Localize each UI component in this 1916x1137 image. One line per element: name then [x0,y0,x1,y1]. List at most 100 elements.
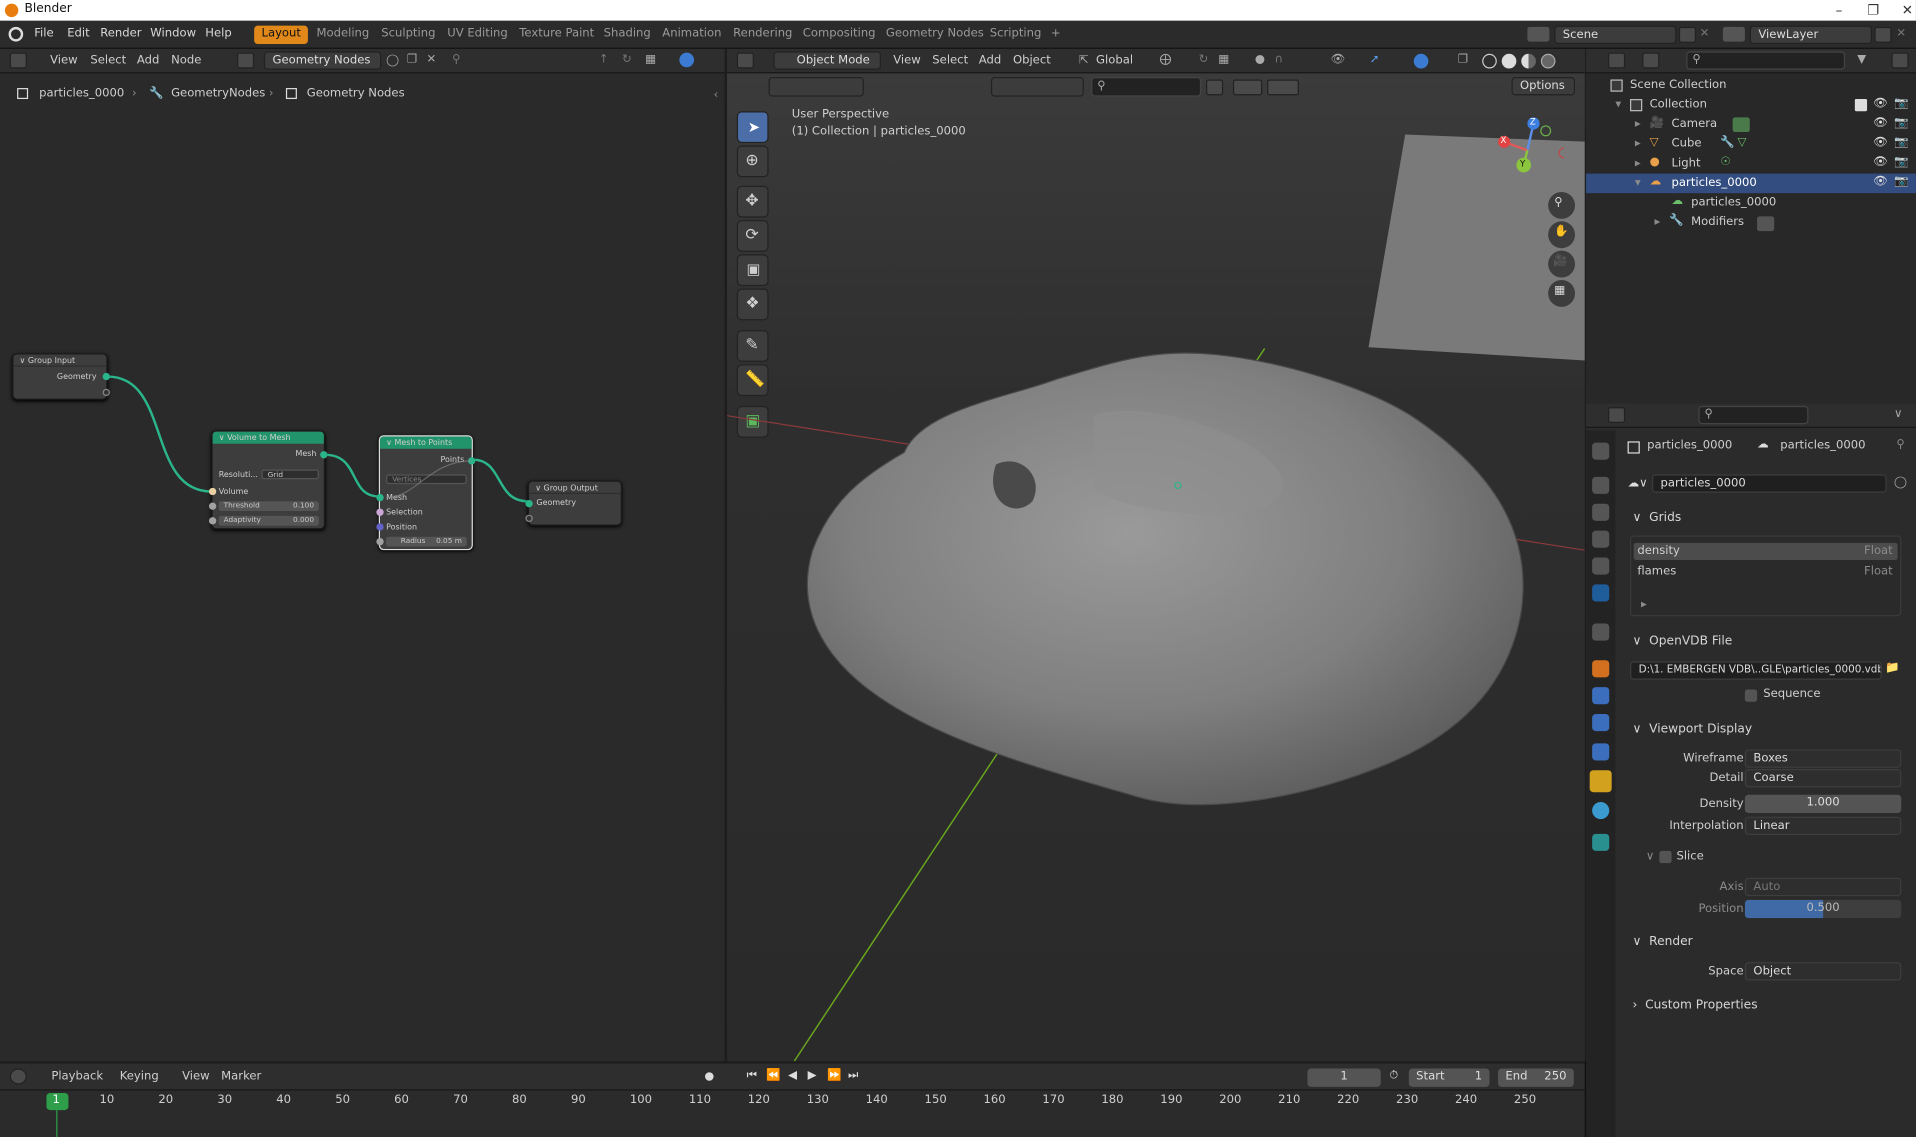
mesh-output-socket[interactable] [320,451,328,459]
tab-compositing[interactable]: Compositing [795,26,882,44]
texture-tab-icon[interactable] [1592,833,1610,851]
render-camera-icon[interactable]: 📷 [1894,136,1908,149]
volume-input-socket[interactable] [208,487,217,496]
position-slider[interactable]: 0.500 [1744,899,1902,919]
render-camera-icon[interactable]: 📷 [1894,97,1908,110]
camera-view-icon[interactable]: 🎥 [1548,250,1576,278]
mesh-to-points-node[interactable]: ∨ Mesh to Points Points Vertices Mesh Se… [376,435,476,551]
remove-scene-icon[interactable]: ✕ [1700,27,1710,40]
material-tab-icon[interactable] [1592,802,1610,820]
blender-menu-icon[interactable] [8,26,24,42]
grids-list[interactable]: density Float flames Float ▸ [1630,535,1902,617]
pan-hand-icon[interactable]: ✋ [1548,221,1576,249]
navigation-gizmo[interactable]: Z X Y [1491,114,1570,187]
eye-icon[interactable]: 👁 [1873,97,1888,110]
folder-icon[interactable]: 📁 [1885,661,1899,674]
empty-output-socket[interactable] [102,388,110,397]
group-input-node[interactable]: ∨ Group Input Geometry [12,353,110,400]
tab-uv-editing[interactable]: UV Editing [440,26,515,44]
node-editor[interactable]: View Select Add Node Geometry Nodes ◯ ❐ … [0,48,725,1062]
object-tab-icon[interactable] [1592,660,1610,678]
new-collection-icon[interactable] [1891,52,1909,69]
menu-file[interactable]: File [34,27,53,40]
close-button[interactable]: ✕ [1889,0,1916,21]
properties-search-input[interactable]: ⚲ [1698,405,1809,425]
scene-tab-icon[interactable] [1592,557,1610,575]
outliner-item-light[interactable]: ▸ ● Light ☉ 👁 📷 [1586,154,1916,174]
3d-viewport[interactable]: Object Mode View Select Add Object ⇱ Glo… [727,48,1585,1062]
browse-datablock-icon[interactable]: ☁∨ [1628,477,1648,490]
eye-icon[interactable]: 👁 [1873,116,1888,129]
grids-panel-header[interactable]: ∨ Grids [1632,511,1681,524]
outliner-item-scene-collection[interactable]: Scene Collection [1586,76,1916,96]
outliner-item-collection[interactable]: ▾ Collection 👁 📷 [1586,95,1916,115]
zoom-icon[interactable]: ⚲ [1548,191,1576,219]
sequence-checkbox[interactable] [1744,689,1758,702]
interpolation-dropdown[interactable]: Linear [1744,816,1902,836]
tab-texture-paint[interactable]: Texture Paint [512,26,602,44]
tab-geometry-nodes[interactable]: Geometry Nodes [879,26,992,44]
modifier-tab-icon[interactable] [1592,687,1610,705]
adaptivity-field[interactable]: Adaptivity 0.000 [218,515,319,526]
expand-arrow-icon[interactable]: ▾ [1615,98,1621,111]
grid-row-density[interactable]: density Float [1633,542,1898,560]
openvdb-panel-header[interactable]: ∨ OpenVDB File [1632,635,1732,648]
volume-to-mesh-node[interactable]: ∨ Volume to Mesh Mesh Resoluti... Grid V… [208,430,328,530]
empty-input-socket[interactable] [525,514,533,523]
axis-dropdown[interactable]: Auto [1744,877,1902,897]
menu-window[interactable]: Window [150,27,196,40]
datablock-name-field[interactable]: particles_0000 [1652,474,1887,493]
constraints-tab-icon[interactable] [1592,743,1610,761]
outliner[interactable]: ⚲ ▼ Scene Collection ▾ Collection 👁 📷 ▸ … [1586,48,1916,404]
outliner-item-modifiers[interactable]: ▸ 🔧 Modifiers [1586,213,1916,233]
physics-tab-icon[interactable] [1592,713,1610,732]
new-scene-icon[interactable] [1678,26,1696,43]
timeline-ruler[interactable]: 1 10 20 30 40 50 60 70 80 90 100 110 120 130 140 150 160… [0,1064,1585,1137]
menu-help[interactable]: Help [205,27,231,40]
tab-sculpting[interactable]: Sculpting [374,26,443,44]
expand-arrow-icon[interactable]: ▸ [1654,215,1660,228]
world-tab-icon[interactable] [1592,584,1610,602]
add-workspace-button[interactable]: + [1044,26,1068,44]
adaptivity-input-socket[interactable] [208,517,217,525]
orthographic-grid-icon[interactable]: ▦ [1548,279,1576,307]
custom-properties-panel-header[interactable]: › Custom Properties [1632,999,1757,1012]
group-output-node[interactable]: ∨ Group Output Geometry [525,480,622,526]
expand-arrow-icon[interactable]: ▸ [1635,156,1641,169]
scene-icon[interactable] [1527,26,1550,42]
resolution-dropdown[interactable]: Grid [261,469,319,480]
exclude-checkbox-icon[interactable] [1854,99,1868,112]
expand-arrow-icon[interactable]: ▸ [1635,137,1641,150]
threshold-field[interactable]: Threshold 0.100 [218,501,319,512]
render-camera-icon[interactable]: 📷 [1894,155,1908,168]
tab-animation[interactable]: Animation [655,26,729,44]
render-camera-icon[interactable]: 📷 [1894,175,1908,188]
grid-row-flames[interactable]: flames Float [1634,564,1898,581]
slice-checkbox[interactable] [1659,850,1672,864]
density-field[interactable]: 1.000 [1744,794,1902,814]
minimize-button[interactable]: – [1821,0,1858,21]
geometry-input-socket[interactable] [525,500,533,508]
wireframe-dropdown[interactable]: Boxes [1744,749,1902,768]
menu-edit[interactable]: Edit [67,27,89,40]
tab-shading[interactable]: Shading [596,26,658,44]
tool-tab-icon[interactable] [1592,442,1610,460]
threshold-input-socket[interactable] [208,502,217,510]
expand-arrow-icon[interactable]: ▸ [1635,117,1641,130]
restore-button[interactable]: ❐ [1855,0,1892,21]
eye-icon[interactable]: 👁 [1873,175,1888,188]
slice-collapse-icon[interactable]: ∨ [1646,850,1655,863]
display-mode-icon[interactable] [1642,52,1660,69]
outliner-editor-type-icon[interactable] [1608,52,1626,69]
list-expand-icon[interactable]: ▸ [1641,598,1647,611]
new-view-layer-icon[interactable] [1874,26,1892,43]
outliner-item-cube[interactable]: ▸ ▽ Cube 🔧 ▽ 👁 📷 [1586,134,1916,154]
expand-arrow-icon[interactable]: ▾ [1635,176,1641,189]
geometry-output-socket[interactable] [102,372,110,381]
eye-icon[interactable]: 👁 [1873,155,1888,168]
properties-editor-type-icon[interactable] [1608,407,1626,424]
properties-editor[interactable]: ⚲ ∨ particles_0000 ☁ particles_0000 ⚲ ☁∨… [1586,403,1916,1137]
tab-rendering[interactable]: Rendering [726,26,800,44]
outliner-item-particles[interactable]: ▾ ☁ particles_0000 👁 📷 [1586,173,1916,194]
render-panel-header[interactable]: ∨ Render [1632,935,1692,948]
